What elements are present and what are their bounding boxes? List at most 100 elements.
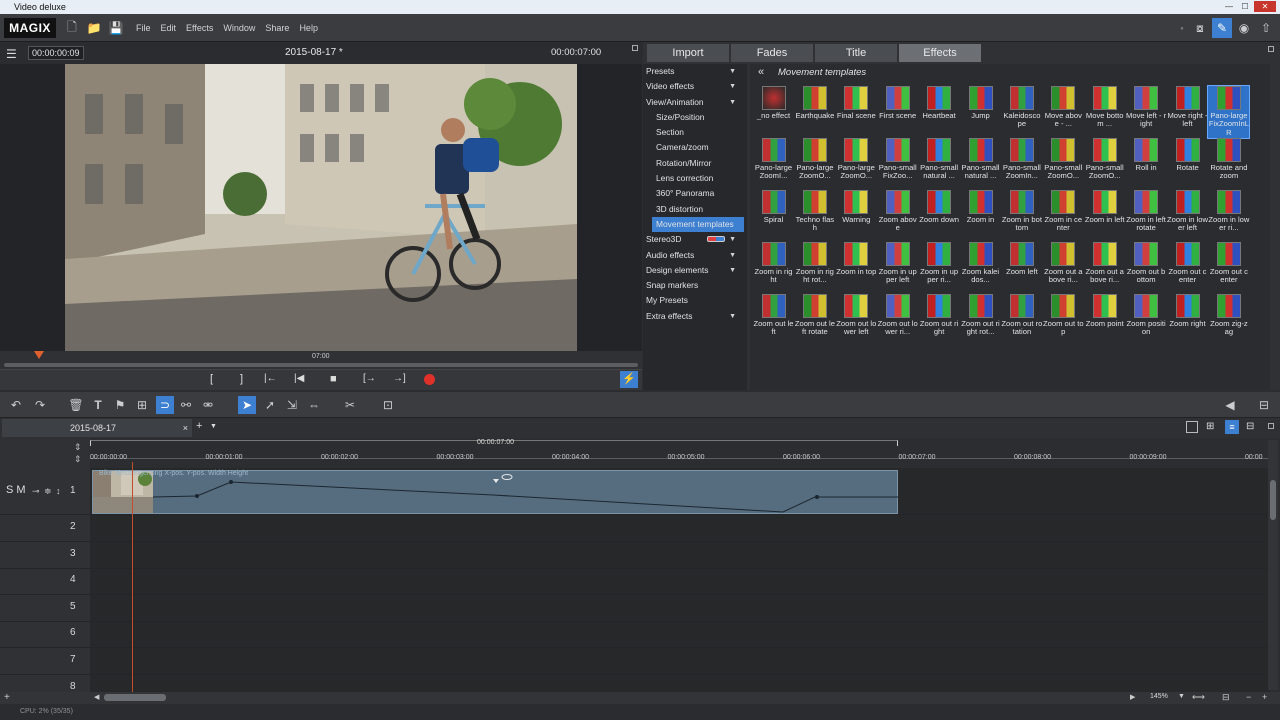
- preview-scrubber[interactable]: 07:00: [0, 351, 642, 369]
- chevron-down-icon[interactable]: ▼: [729, 309, 736, 324]
- chevron-down-icon[interactable]: ▼: [729, 263, 736, 278]
- effect-tile[interactable]: Zoom out right: [919, 294, 960, 346]
- unlink-icon[interactable]: ⚮: [200, 397, 216, 413]
- effect-tile[interactable]: Warning: [836, 190, 877, 242]
- category-item[interactable]: Video effects ▼: [643, 79, 747, 94]
- effect-tile[interactable]: Zoom right: [1167, 294, 1208, 346]
- effect-tile[interactable]: Zoom in upper left: [877, 242, 918, 294]
- text-icon[interactable]: T: [90, 397, 106, 413]
- effect-tile[interactable]: Final scene: [836, 86, 877, 138]
- effect-tile[interactable]: _no effect: [753, 86, 794, 138]
- minimize-button[interactable]: —: [1222, 1, 1236, 12]
- mixer-icon[interactable]: ⊟: [1256, 397, 1272, 413]
- detach-monitor-icon[interactable]: [632, 45, 638, 51]
- previous-marker-button[interactable]: |←: [264, 373, 277, 384]
- effect-tile[interactable]: Zoom in top: [836, 242, 877, 294]
- delete-icon[interactable]: 🗑: [68, 397, 84, 413]
- effect-tile[interactable]: Zoom out top: [1043, 294, 1084, 346]
- view-multicam-icon[interactable]: ⊟: [1246, 421, 1254, 432]
- track-row[interactable]: 6: [0, 621, 1270, 648]
- marker-flag-icon[interactable]: ⚑: [112, 397, 128, 413]
- effect-tile[interactable]: Zoom in right rot...: [794, 242, 835, 294]
- effect-tile[interactable]: Zoom out center: [1167, 242, 1208, 294]
- menu-file[interactable]: File: [136, 23, 151, 33]
- category-item[interactable]: Stereo3D ▼: [643, 232, 747, 247]
- close-tab-button[interactable]: ×: [183, 419, 188, 437]
- effects-mode-icon[interactable]: ✎: [1212, 18, 1232, 38]
- keyframe-curve[interactable]: [93, 471, 899, 515]
- category-item[interactable]: Extra effects ▼: [643, 309, 747, 324]
- effect-tile[interactable]: Pano-smallFixZoo...: [877, 138, 918, 190]
- effect-tile[interactable]: Kaleidoscope: [1001, 86, 1042, 138]
- tab-effects[interactable]: Effects: [899, 44, 981, 62]
- group-icon[interactable]: ⊞: [134, 397, 150, 413]
- effect-tile[interactable]: Earthquake: [794, 86, 835, 138]
- zoom-in-icon[interactable]: +: [1262, 692, 1267, 702]
- effect-tile[interactable]: Zoom out rotation: [1001, 294, 1042, 346]
- redo-icon[interactable]: ↷: [32, 397, 48, 413]
- view-single-icon[interactable]: [1186, 421, 1198, 433]
- effect-tile[interactable]: Techno flash: [794, 190, 835, 242]
- link-icon[interactable]: ⚯: [178, 397, 194, 413]
- effect-tile[interactable]: Pano-smallZoomO...: [1043, 138, 1084, 190]
- effect-tile[interactable]: Zoom kaleidos...: [960, 242, 1001, 294]
- effect-tile[interactable]: Spiral: [753, 190, 794, 242]
- cut-icon[interactable]: ✂: [342, 397, 358, 413]
- view-timeline-icon[interactable]: ≡: [1225, 420, 1239, 434]
- chevron-down-icon[interactable]: ▼: [729, 79, 736, 94]
- tab-title[interactable]: Title: [815, 44, 897, 62]
- effect-tile[interactable]: Roll in: [1126, 138, 1167, 190]
- mouse-mode-pointer-icon[interactable]: ➤: [238, 396, 256, 414]
- scroll-right-icon[interactable]: ▶: [1130, 693, 1135, 701]
- track-row[interactable]: 7: [0, 648, 1270, 675]
- effect-tile[interactable]: First scene: [877, 86, 918, 138]
- effect-tile[interactable]: Move right - left: [1167, 86, 1208, 138]
- zoom-level[interactable]: 145%: [1150, 693, 1168, 700]
- next-marker-button[interactable]: [→: [363, 373, 376, 384]
- chevron-down-icon[interactable]: ▼: [729, 248, 736, 263]
- effect-tile[interactable]: Zoom in lower left: [1167, 190, 1208, 242]
- detach-timeline-icon[interactable]: [1268, 423, 1274, 429]
- category-item[interactable]: 360° Panorama: [643, 186, 747, 201]
- effect-tile[interactable]: Zoom out right rot...: [960, 294, 1001, 346]
- effect-tile[interactable]: Zoom in left: [1084, 190, 1125, 242]
- effect-tile[interactable]: Zoom in right: [753, 242, 794, 294]
- effect-tile[interactable]: Pano-largeZoomO...: [836, 138, 877, 190]
- category-item[interactable]: Rotation/Mirror: [643, 156, 747, 171]
- upload-icon[interactable]: ⇧: [1258, 20, 1274, 36]
- effect-tile[interactable]: Zoom down: [919, 190, 960, 242]
- chevron-down-icon[interactable]: ▼: [729, 232, 736, 247]
- effect-tile[interactable]: Zoom position: [1126, 294, 1167, 346]
- info-icon[interactable]: ◦: [1174, 20, 1190, 36]
- effect-tile[interactable]: Pano-smallZoomO...: [1084, 138, 1125, 190]
- ripple-icon[interactable]: ⊃: [156, 396, 174, 414]
- category-item[interactable]: Audio effects ▼: [643, 248, 747, 263]
- category-item[interactable]: My Presets: [643, 293, 747, 308]
- effect-tile[interactable]: Pano-smallnatural ...: [919, 138, 960, 190]
- effect-tile[interactable]: Pano-smallnatural ...: [960, 138, 1001, 190]
- effect-tile[interactable]: Zoom in left rotate: [1126, 190, 1167, 242]
- category-item[interactable]: Section: [643, 125, 747, 140]
- effect-tile[interactable]: Move bottom ...: [1084, 86, 1125, 138]
- zoom-fit-icon[interactable]: ⟷: [1192, 692, 1205, 703]
- trim-icon[interactable]: ⇔: [306, 397, 322, 413]
- save-icon[interactable]: 💾: [108, 20, 124, 36]
- effect-tile[interactable]: Zoom in: [960, 190, 1001, 242]
- chevron-down-icon[interactable]: ▼: [729, 95, 736, 110]
- category-item[interactable]: Camera/zoom: [643, 140, 747, 155]
- disc-icon[interactable]: ◉: [1236, 20, 1252, 36]
- tab-fades[interactable]: Fades: [731, 44, 813, 62]
- effect-tile[interactable]: Zoom out left: [753, 294, 794, 346]
- timeline-scrollbar[interactable]: + ◀ ▶ 145% ▼ ⟷ ⊟ − +: [0, 692, 1280, 704]
- menu-window[interactable]: Window: [223, 23, 255, 33]
- effect-tile[interactable]: Zoom in center: [1043, 190, 1084, 242]
- effect-tile[interactable]: Rotate: [1167, 138, 1208, 190]
- lock-tracks-icon[interactable]: ⇕: [74, 454, 82, 465]
- effect-tile[interactable]: Zoom out above ri...: [1043, 242, 1084, 294]
- open-folder-icon[interactable]: 📁: [86, 20, 102, 36]
- effect-tile[interactable]: Zoom out above ri...: [1084, 242, 1125, 294]
- effect-tile[interactable]: Pano-largeZoomO...: [794, 138, 835, 190]
- effect-tile[interactable]: Pano-largeFixZoomInLR: [1207, 85, 1251, 139]
- record-button[interactable]: [424, 374, 435, 385]
- back-button[interactable]: «: [758, 66, 764, 78]
